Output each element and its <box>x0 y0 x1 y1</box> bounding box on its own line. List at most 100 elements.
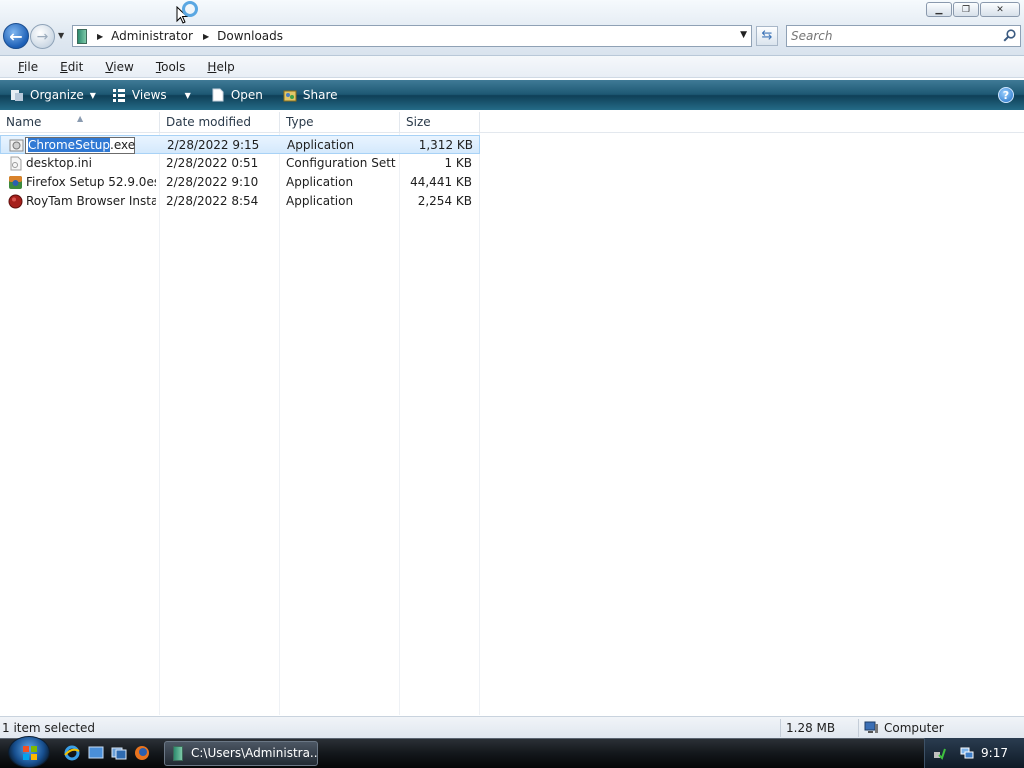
views-icon <box>112 89 125 102</box>
column-divider <box>399 133 400 715</box>
network-icon[interactable] <box>960 746 974 760</box>
status-divider <box>780 719 781 737</box>
search-icon[interactable] <box>1003 29 1016 42</box>
firefox-icon[interactable] <box>134 745 150 761</box>
switch-windows-icon[interactable] <box>111 745 127 761</box>
column-divider <box>279 133 280 715</box>
menu-edit[interactable]: Edit <box>60 60 83 74</box>
safely-remove-icon[interactable] <box>932 746 946 760</box>
address-bar[interactable]: ▶ Administrator ▶ Downloads ▼ <box>72 25 752 47</box>
column-name-label: Name <box>6 115 42 129</box>
menu-view[interactable]: View <box>105 60 133 74</box>
file-type: Application <box>287 138 355 152</box>
show-desktop-icon[interactable] <box>88 745 104 761</box>
window-controls: ▁ ❐ ✕ <box>926 2 1020 17</box>
close-button[interactable]: ✕ <box>980 2 1020 17</box>
organize-label: Organize <box>30 88 84 102</box>
column-header-date[interactable]: Date modified <box>160 112 280 133</box>
file-size: 44,441 KB <box>410 175 472 189</box>
taskbar-clock[interactable]: 9:17 <box>981 746 1008 760</box>
breadcrumb-administrator[interactable]: Administrator <box>111 29 193 43</box>
file-type: Application <box>286 175 354 189</box>
rename-extension-text: .exe <box>110 138 136 152</box>
chevron-down-icon: ▼ <box>89 90 96 100</box>
column-divider <box>159 133 160 715</box>
rename-selected-text: ChromeSetup <box>28 138 110 152</box>
windows-logo-icon <box>23 746 37 760</box>
document-icon <box>212 88 224 102</box>
file-name: RoyTam Browser Instal... <box>26 194 156 208</box>
maximize-button[interactable]: ❐ <box>953 2 979 17</box>
folder-icon <box>173 746 183 761</box>
search-input[interactable] <box>787 26 987 46</box>
column-size-label: Size <box>406 115 431 129</box>
minimize-icon: ▁ <box>935 4 943 15</box>
minimize-button[interactable]: ▁ <box>926 2 952 17</box>
file-row-roytam-installer[interactable]: RoyTam Browser Instal... 2/28/2022 8:54 … <box>0 192 480 211</box>
explorer-title-bar: ▁ ❐ ✕ ← → ▼ ▶ Administrator ▶ Downloads … <box>0 0 1024 56</box>
file-name: desktop.ini <box>26 156 92 170</box>
search-box[interactable] <box>786 25 1021 47</box>
back-button[interactable]: ← <box>3 23 29 49</box>
breadcrumb-downloads[interactable]: Downloads <box>217 29 283 43</box>
location-label: Computer <box>884 721 944 735</box>
rename-input[interactable]: ChromeSetup.exe <box>25 137 135 154</box>
file-row-chromesetup[interactable]: ChromeSetup.exe 2/28/2022 9:15 Applicati… <box>0 135 480 154</box>
column-headers: Name ▲ Date modified Type Size <box>0 112 1024 133</box>
column-divider <box>479 133 480 715</box>
file-date: 2/28/2022 8:54 <box>166 194 259 208</box>
config-file-icon <box>10 156 22 171</box>
refresh-icon: ⇆ <box>761 28 773 43</box>
computer-icon <box>864 721 878 733</box>
firefox-installer-icon <box>9 176 22 189</box>
selection-size: 1.28 MB <box>786 721 836 735</box>
menu-tools[interactable]: Tools <box>156 60 186 74</box>
views-label: Views <box>131 88 167 102</box>
forward-button[interactable]: → <box>30 24 55 49</box>
forward-arrow-icon: → <box>36 28 49 45</box>
taskbar-window-explorer[interactable]: C:\Users\Administra... <box>164 741 318 766</box>
open-button[interactable]: Open <box>211 88 263 102</box>
back-arrow-icon: ← <box>9 26 23 46</box>
breadcrumb-separator-icon[interactable]: ▶ <box>97 32 103 41</box>
column-type-label: Type <box>286 115 314 129</box>
start-button[interactable] <box>8 736 50 768</box>
file-type: Application <box>286 194 354 208</box>
views-button[interactable]: Views ▼ <box>112 88 191 102</box>
breadcrumb-separator-icon[interactable]: ▶ <box>203 32 209 41</box>
menu-bar: File Edit View Tools Help <box>0 56 1024 78</box>
taskbar-window-label: C:\Users\Administra... <box>191 746 318 760</box>
column-header-name[interactable]: Name ▲ <box>0 112 160 133</box>
file-date: 2/28/2022 9:15 <box>167 138 260 152</box>
file-date: 2/28/2022 0:51 <box>166 156 259 170</box>
taskbar <box>0 738 1024 768</box>
help-icon[interactable]: ? <box>998 87 1014 103</box>
recent-pages-dropdown[interactable]: ▼ <box>58 31 64 40</box>
roytam-installer-icon <box>8 194 23 209</box>
file-row-desktop-ini[interactable]: desktop.ini 2/28/2022 0:51 Configuration… <box>0 154 480 173</box>
share-label: Share <box>302 88 338 102</box>
column-header-size[interactable]: Size <box>400 112 480 133</box>
restore-icon: ❐ <box>961 4 971 15</box>
internet-explorer-icon[interactable] <box>64 745 80 761</box>
sort-ascending-icon: ▲ <box>77 114 84 123</box>
chevron-down-icon: ▼ <box>184 90 191 100</box>
close-icon: ✕ <box>996 4 1004 15</box>
folder-icon <box>77 28 87 44</box>
share-icon <box>283 90 297 102</box>
column-header-type[interactable]: Type <box>280 112 400 133</box>
status-bar: 1 item selected 1.28 MB Computer <box>0 716 1024 738</box>
file-name: Firefox Setup 52.9.0esr.... <box>26 175 156 189</box>
menu-help[interactable]: Help <box>207 60 234 74</box>
organize-button[interactable]: Organize ▼ <box>10 88 96 102</box>
menu-file[interactable]: File <box>18 60 38 74</box>
address-history-dropdown-icon[interactable]: ▼ <box>740 30 747 40</box>
file-row-firefox-setup[interactable]: Firefox Setup 52.9.0esr.... 2/28/2022 9:… <box>0 173 480 192</box>
share-button[interactable]: Share <box>283 88 338 102</box>
refresh-button[interactable]: ⇆ <box>756 26 778 46</box>
busy-spinner-icon <box>182 1 198 17</box>
organize-icon <box>11 90 23 101</box>
status-divider <box>858 719 859 737</box>
command-bar: Organize ▼ Views ▼ Open Share ? <box>0 80 1024 110</box>
column-date-label: Date modified <box>166 115 252 129</box>
